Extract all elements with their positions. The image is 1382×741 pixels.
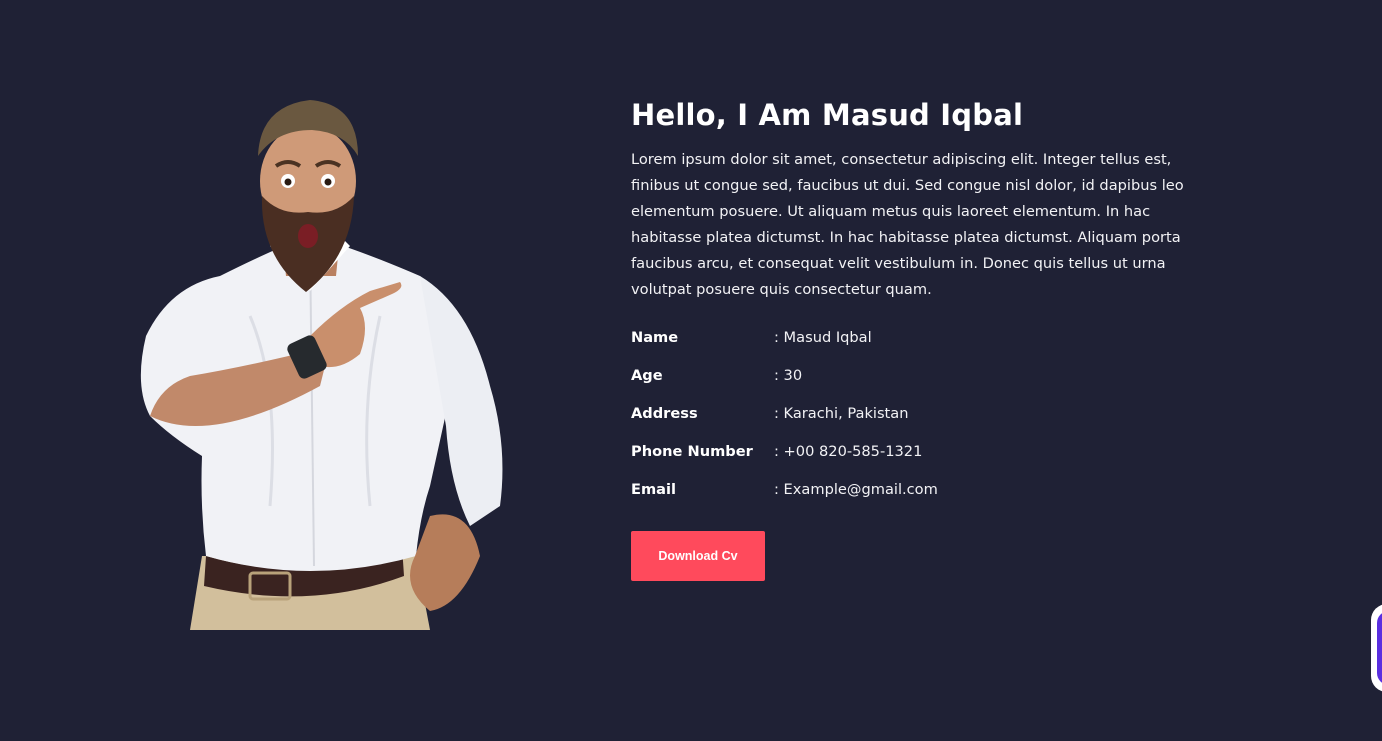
info-label: Name (631, 329, 679, 346)
download-cv-button[interactable]: Download Cv (631, 531, 765, 581)
floating-widget[interactable] (1371, 604, 1382, 692)
info-value: : Masud Iqbal (774, 329, 872, 346)
info-row-age: Age : 30 (631, 367, 1191, 405)
info-label: Email (631, 481, 677, 498)
personal-info-list: Name : Masud Iqbal Age : 30 Address : Ka… (631, 329, 1191, 519)
info-value: : Example@gmail.com (774, 481, 938, 498)
info-row-name: Name : Masud Iqbal (631, 329, 1191, 367)
about-section: Hello, I Am Masud Iqbal Lorem ipsum dolo… (0, 0, 1382, 741)
info-row-email: Email : Example@gmail.com (631, 481, 1191, 519)
info-label: Address (631, 405, 698, 422)
info-label: Age (631, 367, 663, 384)
info-value: : +00 820-585-1321 (774, 443, 923, 460)
info-row-phone: Phone Number : +00 820-585-1321 (631, 443, 1191, 481)
bio-paragraph: Lorem ipsum dolor sit amet, consectetur … (631, 151, 1184, 298)
portrait-image (130, 86, 514, 630)
info-value: : 30 (774, 367, 803, 384)
info-value: : Karachi, Pakistan (774, 405, 909, 422)
info-label: Phone Number (631, 443, 753, 460)
page-title: Hello, I Am Masud Iqbal (631, 98, 1024, 132)
about-content: Hello, I Am Masud Iqbal Lorem ipsum dolo… (631, 95, 1191, 581)
info-row-address: Address : Karachi, Pakistan (631, 405, 1191, 443)
floating-widget-icon (1377, 611, 1382, 685)
